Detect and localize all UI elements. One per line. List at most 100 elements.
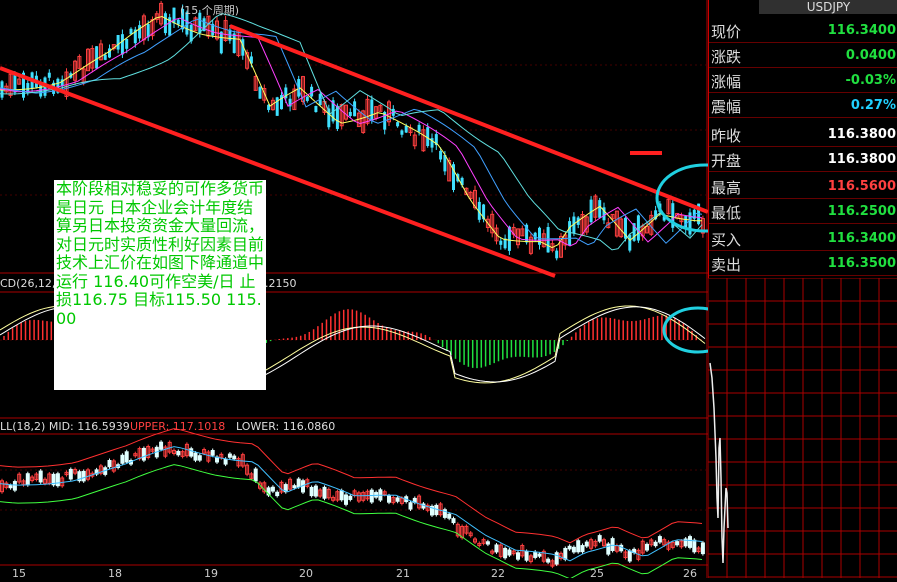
quote-value: 116.5600 bbox=[827, 179, 896, 194]
quote-label: 涨跌 bbox=[711, 48, 742, 66]
boll-candle-body bbox=[141, 447, 146, 461]
boll-mid-label: LL(18,2) MID: 116.5939 bbox=[0, 420, 130, 433]
boll-candle-body bbox=[387, 495, 391, 503]
boll-candle-body bbox=[275, 491, 280, 497]
candle-body bbox=[116, 35, 120, 50]
quote-row-open[interactable]: 开盘 116.3800 bbox=[709, 147, 897, 172]
boll-candle-body bbox=[494, 544, 499, 553]
candle-body bbox=[598, 200, 602, 218]
boll-upper-label: UPPER: 117.1018 bbox=[130, 420, 226, 433]
quote-value: 116.3800 bbox=[827, 127, 896, 142]
candle-body bbox=[95, 46, 99, 69]
boll-candle-body bbox=[447, 513, 452, 519]
boll-candle-body bbox=[197, 455, 202, 461]
boll-candle-body bbox=[369, 489, 374, 503]
boll-candle-body bbox=[408, 502, 413, 510]
quote-panel: USDJPY 现价 116.3400 涨跌 0.0400 涨幅 -0.03% 震… bbox=[708, 0, 897, 278]
candle-body bbox=[628, 234, 632, 251]
candle-body bbox=[219, 31, 223, 54]
x-label-19: 19 bbox=[204, 567, 218, 580]
boll-candle-body bbox=[107, 460, 112, 468]
boll-candle-body bbox=[395, 497, 400, 502]
boll-candle-body bbox=[546, 558, 551, 563]
boll-candle-body bbox=[193, 452, 198, 461]
chart-area[interactable]: (15 个周期) CD(26,12,9 .2150 LL(18,2) MID: … bbox=[0, 0, 708, 580]
boll-candle-body bbox=[270, 486, 275, 492]
quote-label: 卖出 bbox=[711, 256, 742, 274]
boll-candle-body bbox=[322, 486, 327, 499]
candle-body bbox=[163, 13, 167, 34]
boll-candle-body bbox=[159, 441, 164, 450]
x-label-20: 20 bbox=[299, 567, 313, 580]
boll-candle-body bbox=[55, 473, 60, 487]
quote-label: 涨幅 bbox=[711, 73, 742, 91]
quote-row-change-pct[interactable]: 涨幅 -0.03% bbox=[709, 68, 897, 93]
boll-candle-body bbox=[38, 470, 43, 483]
quote-row-price[interactable]: 现价 116.3400 bbox=[709, 18, 897, 43]
quote-row-low[interactable]: 最低 116.2500 bbox=[709, 199, 897, 224]
boll-candle-body bbox=[675, 541, 680, 546]
candle-body bbox=[404, 125, 408, 133]
quote-label: 震幅 bbox=[711, 98, 742, 116]
boll-candle-body bbox=[232, 455, 237, 460]
boll-candle-body bbox=[554, 552, 559, 565]
quote-value: -0.03% bbox=[845, 73, 897, 88]
candle-body bbox=[417, 124, 421, 132]
candle-body bbox=[125, 38, 129, 49]
boll-candle-body bbox=[610, 538, 615, 551]
candle-body bbox=[426, 127, 430, 147]
candle-body bbox=[258, 87, 262, 99]
boll-candle-body bbox=[12, 481, 17, 491]
boll-candle-body bbox=[292, 485, 297, 489]
quote-label: 最低 bbox=[711, 204, 742, 222]
boll-candle-body bbox=[524, 550, 529, 561]
candle-body bbox=[103, 54, 107, 60]
quote-label: 最高 bbox=[711, 179, 742, 197]
quote-label: 昨收 bbox=[711, 127, 742, 145]
candle-body bbox=[120, 34, 124, 55]
quote-row-amplitude[interactable]: 震幅 0.27% bbox=[709, 93, 897, 118]
candle-body bbox=[348, 111, 352, 116]
quote-value: 116.3800 bbox=[827, 152, 896, 167]
candle-body bbox=[400, 130, 404, 135]
boll-candle-body bbox=[516, 552, 520, 560]
quote-label: 买入 bbox=[711, 231, 742, 249]
quote-label: 现价 bbox=[711, 23, 742, 41]
quote-row-ask[interactable]: 卖出 116.3500 bbox=[709, 251, 897, 276]
boll-candle-body bbox=[567, 545, 572, 550]
boll-candle-body bbox=[451, 518, 456, 524]
candle-body bbox=[232, 33, 236, 53]
candle-body bbox=[568, 221, 572, 246]
boll-candle-body bbox=[296, 478, 301, 488]
quote-row-bid[interactable]: 买入 116.3400 bbox=[709, 226, 897, 251]
boll-candle-body bbox=[503, 547, 508, 559]
quote-row-prev-close[interactable]: 昨收 116.3800 bbox=[709, 122, 897, 147]
boll-candle-body bbox=[576, 540, 581, 553]
boll-candle-body bbox=[253, 468, 258, 482]
boll-candle-body bbox=[313, 485, 318, 497]
candle-body bbox=[370, 99, 374, 121]
boll-candle-body bbox=[8, 485, 13, 489]
boll-candle-body bbox=[627, 550, 632, 562]
quote-row-high[interactable]: 最高 116.5600 bbox=[709, 174, 897, 199]
boll-band-line bbox=[0, 464, 703, 578]
boll-candle-body bbox=[176, 450, 181, 456]
quote-symbol: USDJPY bbox=[759, 0, 897, 14]
boll-candle-body bbox=[348, 495, 353, 500]
quote-row-change[interactable]: 涨跌 0.0400 bbox=[709, 43, 897, 68]
boll-candle-body bbox=[688, 536, 692, 548]
boll-candle-body bbox=[533, 551, 538, 558]
upper-channel-line[interactable] bbox=[229, 24, 708, 214]
boll-candle-body bbox=[25, 473, 30, 486]
quote-value: 116.3400 bbox=[827, 23, 896, 38]
candle-body bbox=[305, 96, 309, 101]
candle-body bbox=[47, 72, 51, 78]
candle-body bbox=[555, 250, 559, 259]
boll-lower-label: LOWER: 116.0860 bbox=[236, 420, 336, 433]
candle-body bbox=[439, 150, 443, 160]
quote-value: 116.2500 bbox=[827, 204, 896, 219]
boll-candle-body bbox=[81, 470, 86, 482]
boll-candle-body bbox=[700, 542, 705, 555]
boll-candle-body bbox=[653, 541, 658, 547]
candle-body bbox=[396, 122, 400, 127]
